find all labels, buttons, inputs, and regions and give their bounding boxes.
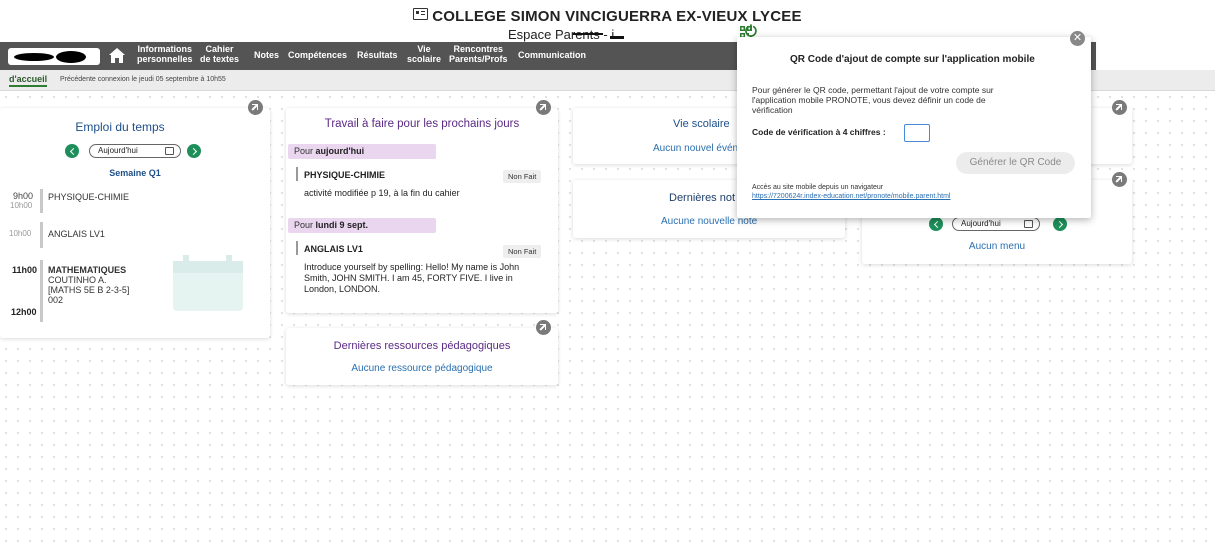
slot-subject[interactable]: ANGLAIS LV1 <box>48 229 105 239</box>
day-pill: Pour aujourd'hui <box>288 144 436 159</box>
slot-subject[interactable]: PHYSIQUE-CHIMIE <box>48 192 129 202</box>
nav-cahier[interactable]: Cahier de textes <box>200 44 239 64</box>
expand-emploi-icon[interactable] <box>248 100 263 115</box>
nav-communication[interactable]: Communication <box>518 50 586 60</box>
slot-group: [MATHS 5E B 2-3-5] <box>48 285 130 295</box>
modal-description: Pour générer le QR code, permettant l'aj… <box>752 85 994 115</box>
expand-right-top-icon[interactable] <box>1112 100 1127 115</box>
next-day-button[interactable] <box>187 144 201 158</box>
slot-bar <box>40 222 43 248</box>
emploi-card: Emploi du temps Aujourd'hui Semaine Q1 9… <box>0 108 270 338</box>
tab-accueil[interactable]: d'accueil <box>9 74 48 87</box>
calendar-watermark-icon <box>173 255 243 311</box>
slot-start: 9h00 <box>13 191 34 201</box>
home-icon[interactable] <box>108 47 126 64</box>
travail-title[interactable]: Travail à faire pour les prochains jours <box>286 118 558 130</box>
modal-title: QR Code d'ajout de compte sur l'applicat… <box>790 54 1035 65</box>
status-badge[interactable]: Non Fait <box>503 245 542 258</box>
user-avatar-redacted[interactable] <box>8 48 100 65</box>
ressources-title[interactable]: Dernières ressources pédagogiques <box>286 340 558 352</box>
calendar-icon <box>1024 220 1033 228</box>
last-connection: Précédente connexion le jeudi 05 septemb… <box>60 76 226 83</box>
notes-title[interactable]: Dernières not <box>669 192 735 204</box>
prev-day-button[interactable] <box>65 144 79 158</box>
id-card-icon <box>413 8 429 20</box>
emploi-title[interactable]: Emploi du temps <box>0 120 240 134</box>
task-text: Smith, JOHN SMITH. I am 45, FORTY FIVE. … <box>304 273 513 283</box>
task-text: activité modifiée p 19, à la fin du cahi… <box>304 188 460 198</box>
slot-start: 10h00 <box>9 229 32 238</box>
week-label: Semaine Q1 <box>109 168 161 178</box>
vie-empty: Aucun nouvel évén <box>653 143 739 154</box>
calendar-icon <box>165 147 174 155</box>
ressources-empty: Aucune ressource pédagogique <box>351 363 493 374</box>
expand-travail-icon[interactable] <box>536 100 551 115</box>
task-subject: ANGLAIS LV1 <box>304 244 363 254</box>
status-badge[interactable]: Non Fait <box>503 170 542 183</box>
code-label: Code de vérification à 4 chiffres : <box>752 127 886 137</box>
slot-room: 002 <box>48 295 64 305</box>
nav-vie-scolaire[interactable]: Vie scolaire <box>407 44 441 64</box>
nav-informations[interactable]: Informations personnelles <box>137 44 193 64</box>
generate-qr-button[interactable]: Générer le QR Code <box>956 152 1075 174</box>
menu-prev-button[interactable] <box>929 217 943 231</box>
slot-bar <box>40 189 43 213</box>
expand-ressources-icon[interactable] <box>536 320 551 335</box>
task-bar <box>296 167 298 181</box>
close-icon[interactable]: ✕ <box>1070 31 1085 46</box>
task-text: London, LONDON. <box>304 284 381 294</box>
task-subject: PHYSIQUE-CHIMIE <box>304 170 386 180</box>
mobile-access-label: Accès au site mobile depuis un navigateu… <box>752 184 884 191</box>
travail-card: Travail à faire pour les prochains jours… <box>286 108 558 313</box>
slot-bar <box>40 260 43 322</box>
date-picker[interactable]: Aujourd'hui <box>89 144 181 158</box>
mobile-site-link[interactable]: https://7200624r.index-education.net/pro… <box>752 193 950 200</box>
slot-end: 10h00 <box>10 201 33 210</box>
task-text: Introduce yourself by spelling: Hello! M… <box>304 262 520 272</box>
nav-competences[interactable]: Compétences <box>288 50 347 60</box>
menu-next-button[interactable] <box>1053 217 1067 231</box>
nav-notes[interactable]: Notes <box>254 50 279 60</box>
slot-subject[interactable]: MATHEMATIQUES <box>48 265 126 275</box>
slot-start: 11h00 <box>12 265 38 275</box>
task-bar <box>296 241 298 255</box>
ressources-card: Dernières ressources pédagogiques Aucune… <box>286 328 558 385</box>
slot-end: 12h00 <box>11 307 37 317</box>
vie-title[interactable]: Vie scolaire <box>673 118 730 130</box>
nav-resultats[interactable]: Résultats <box>357 50 398 60</box>
menu-empty: Aucun menu <box>968 241 1026 252</box>
expand-menu-icon[interactable] <box>1112 172 1127 187</box>
slot-teacher: COUTINHO A. <box>48 275 107 285</box>
redacted-name <box>565 29 675 41</box>
school-name: COLLEGE SIMON VINCIGUERRA EX-VIEUX LYCEE <box>0 8 1215 25</box>
nav-rencontres[interactable]: Rencontres Parents/Profs <box>449 44 508 64</box>
day-pill: Pour lundi 9 sept. <box>288 218 436 233</box>
verification-code-input[interactable] <box>904 124 930 142</box>
menu-date-picker[interactable]: Aujourd'hui <box>952 217 1040 231</box>
